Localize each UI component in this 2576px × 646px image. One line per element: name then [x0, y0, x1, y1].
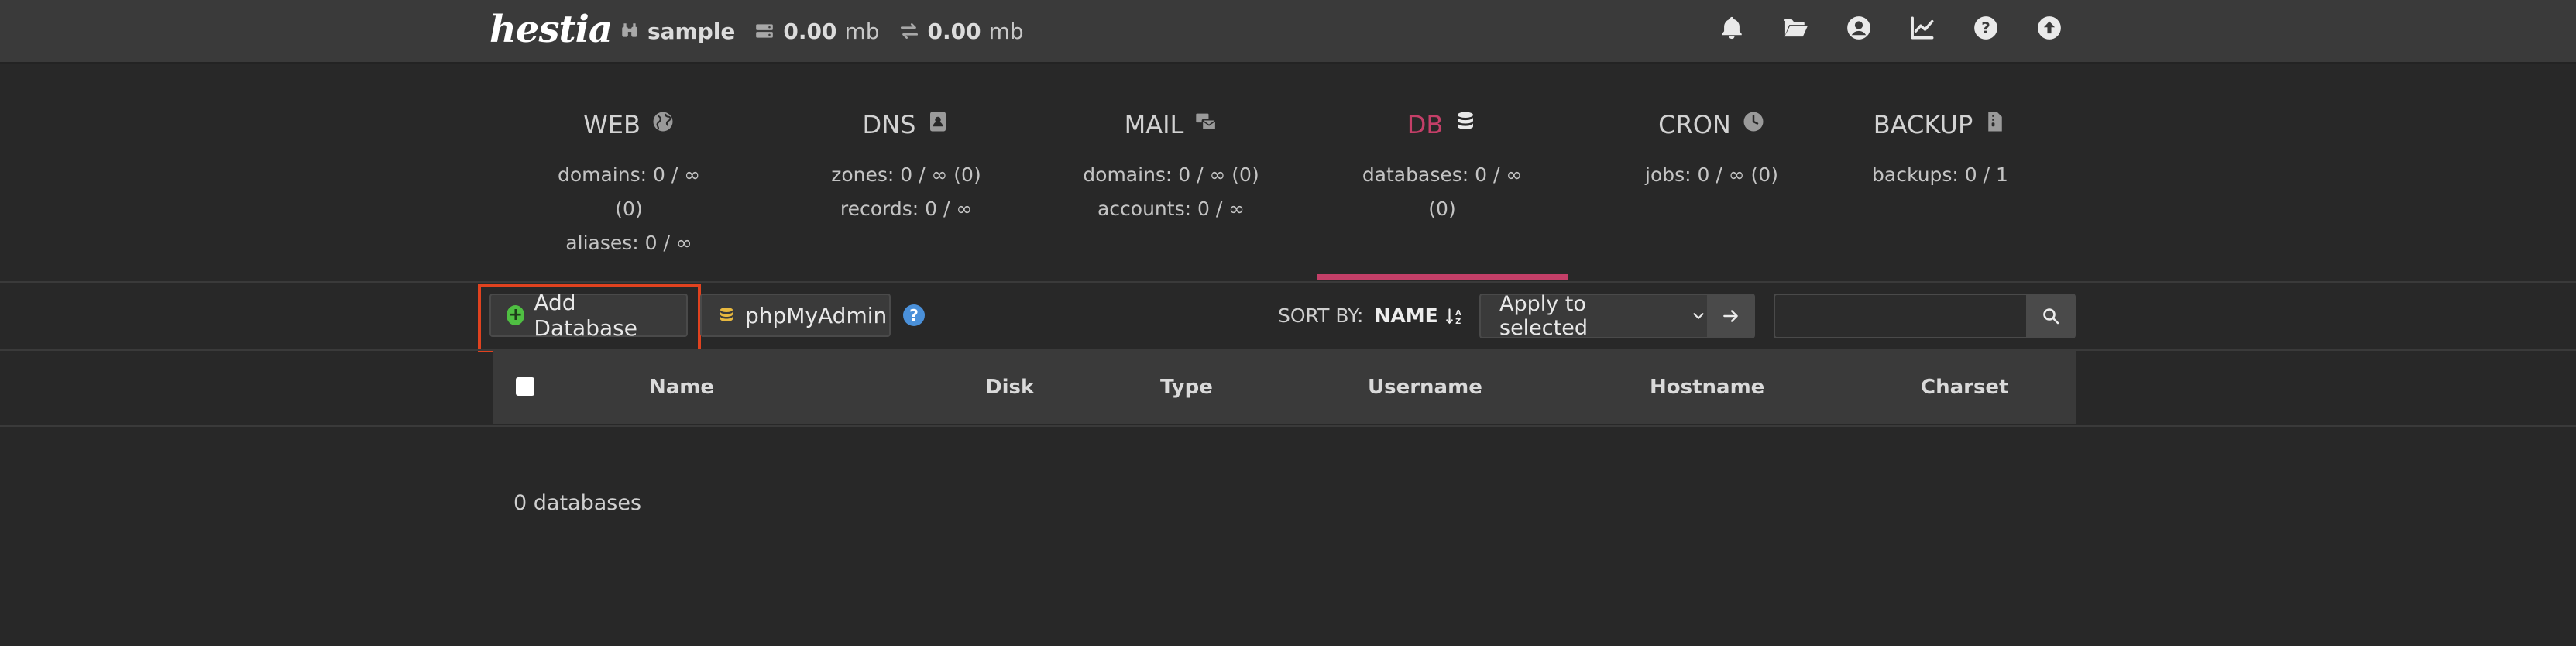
- search-button[interactable]: [2026, 294, 2076, 338]
- stats-panels: WEB domains: 0 / ∞ (0) aliases: 0 / ∞ DN…: [0, 64, 2576, 282]
- panel-web[interactable]: WEB domains: 0 / ∞ (0) aliases: 0 / ∞: [551, 110, 706, 260]
- sort-alpha-icon: AZ: [1444, 306, 1465, 326]
- apply-to-selected-select[interactable]: Apply to selected: [1479, 292, 1707, 340]
- top-icons: ?: [1718, 14, 2063, 42]
- disk-value: 0.00: [783, 18, 837, 44]
- bandwidth-value: 0.00: [927, 18, 981, 44]
- panel-web-line-2: aliases: 0 / ∞: [565, 232, 692, 254]
- clock-icon: [1742, 110, 1765, 139]
- sort-value: NAME: [1374, 304, 1438, 327]
- top-stats: sample 0.00 mb 0.00 mb: [620, 15, 1024, 46]
- search-input[interactable]: [1774, 294, 2026, 338]
- sort-label: SORT BY:: [1278, 304, 1364, 327]
- panel-dns-line-1: zones: 0 / ∞ (0): [831, 163, 981, 186]
- sort-control: SORT BY: NAME AZ: [1278, 304, 1465, 327]
- panel-mail[interactable]: MAIL domains: 0 / ∞ (0) accounts: 0 / ∞: [1078, 110, 1264, 226]
- bandwidth-stat: 0.00 mb: [898, 19, 1024, 44]
- panel-backup-line-1: backups: 0 / 1: [1872, 163, 2008, 186]
- hard-drive-icon: [754, 21, 775, 41]
- panel-db-title: DB: [1406, 110, 1444, 139]
- panel-backup[interactable]: BACKUP backups: 0 / 1: [1867, 110, 2014, 192]
- panel-dns[interactable]: DNS zones: 0 / ∞ (0) records: 0 / ∞: [821, 110, 991, 226]
- disk-stat: 0.00 mb: [754, 18, 880, 44]
- column-header-name[interactable]: Name: [649, 351, 714, 424]
- panel-cron[interactable]: CRON jobs: 0 / ∞ (0): [1634, 110, 1789, 192]
- toolbar: + Add Database phpMyAdmin ? SORT BY: NAM…: [0, 283, 2576, 352]
- database-icon: [1454, 110, 1477, 139]
- help-icon[interactable]: ?: [903, 304, 925, 326]
- panel-cron-title: CRON: [1658, 110, 1731, 139]
- panel-db-line-1: databases: 0 / ∞ (0): [1362, 163, 1523, 220]
- chart-line-icon[interactable]: [1908, 14, 1936, 42]
- top-bar: hestia sample 0.00 mb 0.00 mb ?: [0, 0, 2576, 64]
- database-icon: [717, 304, 736, 326]
- search-icon: [2042, 307, 2060, 325]
- disk-unit: mb: [844, 18, 880, 44]
- column-header-username[interactable]: Username: [1368, 351, 1482, 424]
- panel-mail-title: MAIL: [1124, 110, 1184, 139]
- column-header-charset[interactable]: Charset: [1921, 351, 2009, 424]
- column-header-disk[interactable]: Disk: [985, 351, 1034, 424]
- add-database-label: Add Database: [534, 290, 637, 341]
- database-count: 0 databases: [513, 491, 642, 515]
- chevron-down-icon: [1690, 308, 1707, 325]
- upload-circle-icon[interactable]: [2035, 14, 2063, 42]
- user-stat[interactable]: sample: [620, 19, 735, 44]
- apply-submit-button[interactable]: [1707, 294, 1755, 338]
- transfer-arrows-icon: [898, 21, 920, 41]
- apply-label: Apply to selected: [1499, 292, 1588, 340]
- column-header-type[interactable]: Type: [1160, 351, 1213, 424]
- svg-text:?: ?: [1981, 19, 1990, 37]
- user-circle-icon[interactable]: [1845, 14, 1873, 42]
- svg-text:Z: Z: [1455, 317, 1461, 325]
- panel-backup-title: BACKUP: [1873, 110, 1973, 139]
- plus-circle-icon: +: [507, 305, 525, 325]
- table-header-divider: [0, 425, 2576, 427]
- panel-dns-line-2: records: 0 / ∞: [840, 198, 973, 220]
- help-circle-icon[interactable]: ?: [1972, 14, 2000, 42]
- panel-db[interactable]: DB databases: 0 / ∞ (0): [1348, 110, 1537, 226]
- phpmyadmin-button[interactable]: phpMyAdmin: [700, 294, 891, 337]
- panel-mail-line-1: domains: 0 / ∞ (0): [1083, 163, 1259, 186]
- active-tab-underline: [1317, 274, 1568, 280]
- add-database-button[interactable]: + Add Database: [489, 290, 688, 341]
- binoculars-icon: [620, 21, 640, 41]
- panel-cron-line-1: jobs: 0 / ∞ (0): [1645, 163, 1778, 186]
- panel-web-line-1: domains: 0 / ∞ (0): [557, 163, 701, 220]
- svg-text:A: A: [1455, 308, 1461, 317]
- select-all-checkbox[interactable]: [516, 377, 534, 396]
- mail-bulk-icon: [1194, 110, 1218, 139]
- panel-mail-line-2: accounts: 0 / ∞: [1097, 198, 1245, 220]
- hestia-logo[interactable]: hestia: [489, 8, 613, 51]
- column-header-hostname[interactable]: Hostname: [1650, 351, 1764, 424]
- phpmyadmin-label: phpMyAdmin: [745, 302, 888, 328]
- bell-icon[interactable]: [1718, 14, 1746, 42]
- folder-open-icon[interactable]: [1781, 14, 1809, 42]
- address-book-icon: [926, 110, 950, 139]
- arrow-right-icon: [1721, 306, 1741, 326]
- panel-dns-title: DNS: [862, 110, 916, 139]
- table-header: Name Disk Type Username Hostname Charset: [493, 351, 2076, 424]
- panel-web-title: WEB: [583, 110, 641, 139]
- username-label: sample: [647, 18, 736, 44]
- globe-icon: [651, 110, 675, 139]
- file-archive-icon: [1984, 110, 2007, 139]
- sort-toggle[interactable]: NAME AZ: [1374, 304, 1464, 327]
- bandwidth-unit: mb: [988, 18, 1024, 44]
